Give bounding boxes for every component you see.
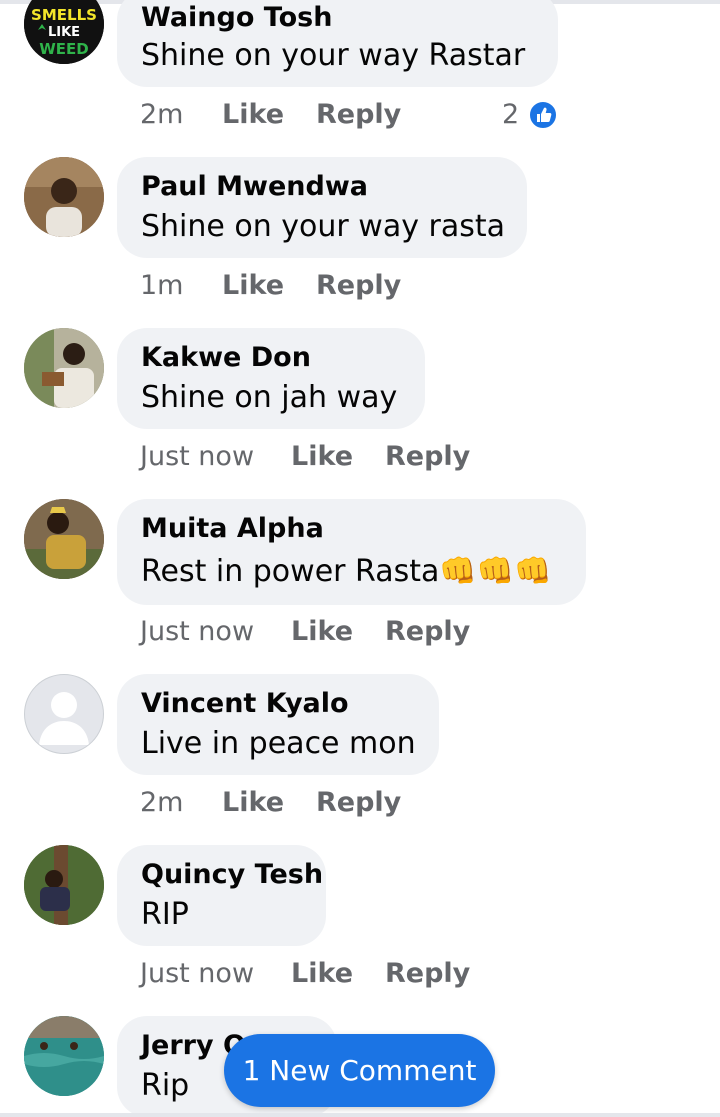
avatar[interactable] (24, 328, 104, 408)
comment-author[interactable]: Paul Mwendwa (141, 171, 368, 202)
default-avatar-icon[interactable] (24, 674, 104, 754)
avatar[interactable] (24, 499, 104, 579)
comment-text: Shine on your way Rastar (141, 38, 526, 73)
like-button[interactable]: Like (222, 270, 284, 301)
logo-line-like: LIKE (48, 25, 80, 40)
like-button[interactable]: Like (222, 787, 284, 818)
reply-button[interactable]: Reply (316, 270, 401, 301)
comment-author[interactable]: Waingo Tosh (141, 2, 332, 33)
reply-button[interactable]: Reply (385, 616, 470, 647)
like-button[interactable]: Like (291, 616, 353, 647)
reply-button[interactable]: Reply (385, 958, 470, 989)
comment-time[interactable]: 2m (140, 99, 183, 130)
comment-text: Rip (141, 1068, 190, 1103)
profile-photo (24, 499, 104, 579)
comment-text: Shine on your way rasta (141, 209, 505, 244)
comment-bubble[interactable]: Muita Alpha Rest in power Rasta👊👊👊 (117, 499, 586, 605)
profile-photo (24, 845, 104, 925)
avatar[interactable] (24, 1016, 104, 1096)
comment-time[interactable]: Just now (140, 958, 254, 989)
like-button[interactable]: Like (291, 958, 353, 989)
comment-bubble[interactable]: Vincent Kyalo Live in peace mon (117, 674, 439, 775)
comment-time[interactable]: Just now (140, 441, 254, 472)
avatar[interactable] (24, 157, 104, 237)
logo-line-weed: WEED (39, 40, 89, 58)
like-button[interactable]: Like (291, 441, 353, 472)
smells-like-weed-logo: SMELLS LIKE WEED (24, 0, 104, 64)
comment-author[interactable]: Vincent Kyalo (141, 688, 349, 719)
reaction-count[interactable]: 2 (502, 99, 519, 130)
thumbs-up-icon (528, 100, 558, 130)
comment-bubble[interactable]: Quincy Tesh RIP (117, 845, 326, 946)
profile-photo (24, 1016, 104, 1096)
comment-time[interactable]: 2m (140, 787, 183, 818)
comment-bubble[interactable]: Waingo Tosh Shine on your way Rastar (117, 0, 558, 87)
comment-bubble[interactable]: Paul Mwendwa Shine on your way rasta (117, 157, 527, 258)
bottom-divider (0, 1113, 720, 1117)
logo-line-smells: SMELLS (31, 6, 97, 24)
comment-author[interactable]: Quincy Tesh (141, 859, 323, 890)
reply-button[interactable]: Reply (316, 787, 401, 818)
avatar[interactable]: SMELLS LIKE WEED (24, 0, 104, 64)
like-button[interactable]: Like (222, 99, 284, 130)
reply-button[interactable]: Reply (316, 99, 401, 130)
comment-author[interactable]: Muita Alpha (141, 513, 324, 544)
comment-time[interactable]: 1m (140, 270, 183, 301)
comment-text: Shine on jah way (141, 380, 398, 415)
comment-text: RIP (141, 897, 189, 932)
profile-photo (24, 157, 104, 237)
comment-bubble[interactable]: Kakwe Don Shine on jah way (117, 328, 425, 429)
comment-time[interactable]: Just now (140, 616, 254, 647)
new-comment-button[interactable]: 1 New Comment (224, 1034, 495, 1107)
avatar[interactable] (24, 845, 104, 925)
comment-text: Live in peace mon (141, 726, 416, 761)
comment-text: Rest in power Rasta👊👊👊 (141, 554, 552, 589)
profile-photo (24, 328, 104, 408)
reply-button[interactable]: Reply (385, 441, 470, 472)
comment-author[interactable]: Kakwe Don (141, 342, 311, 373)
